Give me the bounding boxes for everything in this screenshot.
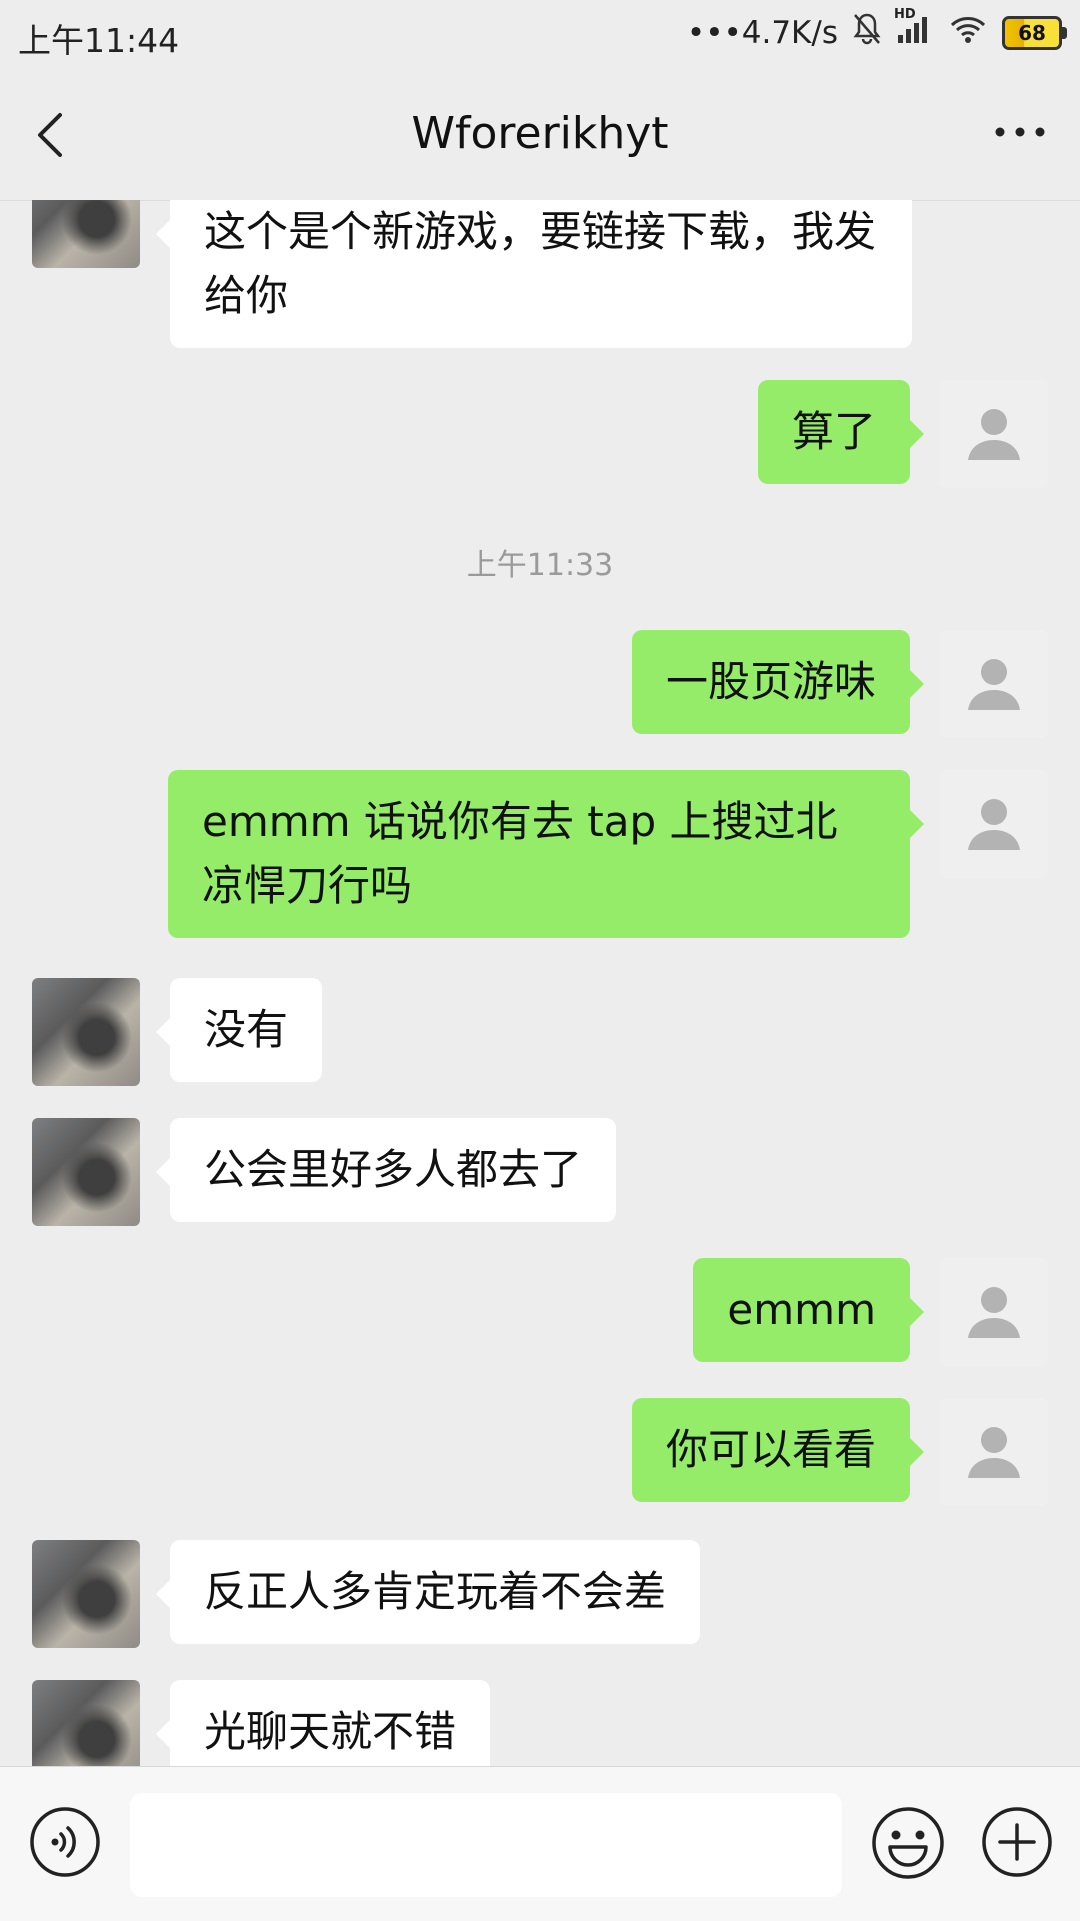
voice-icon: [30, 1807, 100, 1877]
default-user-icon: [968, 659, 1020, 710]
more-functions-button[interactable]: [980, 1805, 1054, 1879]
signal-icon: HD: [894, 7, 934, 53]
network-speed: •••4.7K/s: [686, 15, 838, 51]
more-button[interactable]: [990, 112, 1050, 152]
default-user-icon: [968, 409, 1020, 460]
message-bubble-received[interactable]: 光聊天就不错: [155, 1680, 491, 1766]
my-avatar[interactable]: [940, 1398, 1048, 1506]
mute-bell-icon: [852, 12, 882, 54]
message-bubble-received[interactable]: 反正人多肯定玩着不会差: [155, 1540, 701, 1644]
message-bubble-sent[interactable]: emmm: [693, 1258, 924, 1362]
wifi-icon: [948, 13, 988, 53]
chat-header: Wforerikhyt: [0, 72, 1080, 201]
message-bubble-sent[interactable]: 一股页游味: [631, 630, 925, 734]
default-user-icon: [968, 1427, 1020, 1478]
message-bubble-sent[interactable]: 你可以看看: [631, 1398, 925, 1502]
message-input[interactable]: [130, 1793, 842, 1897]
message-timestamp: 上午11:33: [466, 548, 614, 583]
contact-avatar[interactable]: [32, 1540, 140, 1648]
my-avatar[interactable]: [940, 1258, 1048, 1366]
plus-icon: [982, 1807, 1052, 1877]
battery-icon: 68: [1002, 16, 1067, 50]
more-dots-icon: [995, 127, 1045, 137]
message-bubble-received[interactable]: 没有: [155, 978, 323, 1082]
message-bubble-received[interactable]: 公会里好多人都去了: [155, 1118, 617, 1222]
chat-title: Wforerikhyt: [411, 108, 669, 159]
contact-avatar[interactable]: [32, 1118, 140, 1226]
voice-button[interactable]: [28, 1805, 102, 1879]
hd-label: HD: [894, 7, 916, 22]
default-user-icon: [968, 799, 1020, 850]
status-time: 上午11:44: [18, 21, 180, 60]
emoji-button[interactable]: [870, 1805, 946, 1881]
contact-avatar[interactable]: [32, 200, 140, 268]
my-avatar[interactable]: [940, 770, 1048, 878]
message-list[interactable]: 这个是个新游戏，要链接下载，我发给你 算了 上午11:33 一股页游味 emmm…: [0, 200, 1080, 1766]
my-avatar[interactable]: [940, 380, 1048, 488]
contact-avatar[interactable]: [32, 1680, 140, 1766]
message-bubble-received[interactable]: 这个是个新游戏，要链接下载，我发给你: [156, 200, 912, 348]
message-bubble-sent[interactable]: 算了: [757, 380, 925, 484]
input-bar: [0, 1766, 1080, 1921]
contact-avatar[interactable]: [32, 978, 140, 1086]
message-bubble-sent[interactable]: emmm 话说你有去 tap 上搜过北凉悍刀行吗: [168, 770, 924, 938]
status-bar: 上午11:44 •••4.7K/s HD 68: [0, 0, 1080, 72]
default-user-icon: [968, 1287, 1020, 1338]
emoji-icon: [872, 1807, 944, 1879]
my-avatar[interactable]: [940, 630, 1048, 738]
status-icons: •••4.7K/s HD 68: [686, 7, 1067, 54]
